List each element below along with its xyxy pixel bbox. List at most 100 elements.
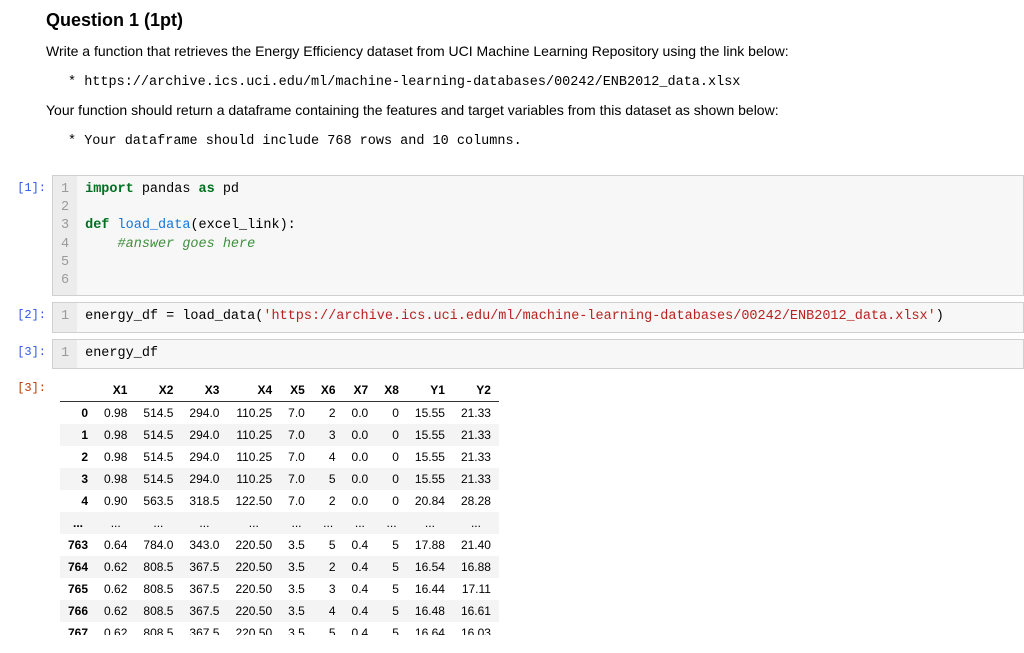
table-cell: ...	[280, 512, 313, 534]
table-cell: 220.50	[227, 556, 280, 578]
table-cell: 5	[376, 600, 407, 622]
table-cell: 808.5	[135, 622, 181, 635]
bullet-list-2: Your dataframe should include 768 rows a…	[46, 131, 978, 149]
code-cell-3: [3]: 1 energy_df	[0, 339, 1024, 369]
table-row: 20.98514.5294.0110.257.040.0015.5521.33	[60, 446, 499, 468]
table-cell: 7.0	[280, 401, 313, 424]
table-cell: 15.55	[407, 424, 453, 446]
table-cell: 5	[313, 468, 344, 490]
table-cell: 0.98	[96, 401, 135, 424]
table-cell: 0.4	[344, 622, 377, 635]
table-cell: 7.0	[280, 424, 313, 446]
table-cell: 367.5	[181, 556, 227, 578]
table-cell: 220.50	[227, 578, 280, 600]
table-column-header: X8	[376, 379, 407, 402]
table-row: 00.98514.5294.0110.257.020.0015.5521.33	[60, 401, 499, 424]
table-cell: 0	[376, 446, 407, 468]
table-row-index: 763	[60, 534, 96, 556]
line-gutter: 1 2 3 4 5 6	[53, 176, 77, 295]
table-cell: 110.25	[227, 401, 280, 424]
table-cell: 220.50	[227, 534, 280, 556]
table-cell: 318.5	[181, 490, 227, 512]
code-content[interactable]: energy_df	[85, 345, 1023, 363]
table-cell: 16.03	[453, 622, 499, 635]
table-cell: 0	[376, 424, 407, 446]
table-row-index: ...	[60, 512, 96, 534]
code-cell-1: [1]: 1 2 3 4 5 6 import pandas as pd def…	[0, 175, 1024, 296]
table-cell: 21.33	[453, 401, 499, 424]
line-gutter: 1	[53, 340, 77, 368]
bullet-list-1: https://archive.ics.uci.edu/ml/machine-l…	[46, 72, 978, 90]
table-cell: 0.64	[96, 534, 135, 556]
table-row-index: 4	[60, 490, 96, 512]
table-cell: 0.0	[344, 446, 377, 468]
question-heading: Question 1 (1pt)	[46, 10, 978, 31]
table-column-header: Y1	[407, 379, 453, 402]
table-cell: 0	[376, 468, 407, 490]
table-cell: 0	[376, 401, 407, 424]
table-cell: 514.5	[135, 446, 181, 468]
table-cell: 514.5	[135, 424, 181, 446]
table-cell: 16.44	[407, 578, 453, 600]
table-cell: 0.98	[96, 468, 135, 490]
table-row: 7650.62808.5367.5220.503.530.4516.4417.1…	[60, 578, 499, 600]
table-cell: ...	[181, 512, 227, 534]
table-cell: 5	[313, 534, 344, 556]
table-row: .................................	[60, 512, 499, 534]
code-content[interactable]: import pandas as pd def load_data(excel_…	[85, 181, 1023, 290]
code-editor[interactable]: 1 energy_df	[52, 339, 1024, 369]
table-row: 30.98514.5294.0110.257.050.0015.5521.33	[60, 468, 499, 490]
table-cell: ...	[376, 512, 407, 534]
table-cell: 21.33	[453, 468, 499, 490]
table-cell: 3.5	[280, 600, 313, 622]
table-cell: 5	[376, 556, 407, 578]
code-editor[interactable]: 1 2 3 4 5 6 import pandas as pd def load…	[52, 175, 1024, 296]
code-editor[interactable]: 1 energy_df = load_data('https://archive…	[52, 302, 1024, 332]
dataframe-table: X1X2X3X4X5X6X7X8Y1Y2 00.98514.5294.0110.…	[60, 379, 499, 635]
table-cell: 4	[313, 600, 344, 622]
line-gutter: 1	[53, 303, 77, 331]
table-cell: 2	[313, 401, 344, 424]
table-cell: 5	[376, 534, 407, 556]
table-cell: 16.61	[453, 600, 499, 622]
table-cell: ...	[313, 512, 344, 534]
table-cell: 294.0	[181, 446, 227, 468]
table-cell: 2	[313, 490, 344, 512]
question-paragraph-1: Write a function that retrieves the Ener…	[46, 41, 978, 62]
table-cell: 367.5	[181, 578, 227, 600]
table-column-header: X3	[181, 379, 227, 402]
code-content[interactable]: energy_df = load_data('https://archive.i…	[85, 308, 1023, 326]
table-cell: ...	[344, 512, 377, 534]
table-cell: 343.0	[181, 534, 227, 556]
table-cell: 0.4	[344, 556, 377, 578]
table-cell: ...	[453, 512, 499, 534]
table-column-header: X5	[280, 379, 313, 402]
table-cell: 3	[313, 424, 344, 446]
dataframe-requirement: Your dataframe should include 768 rows a…	[84, 134, 521, 149]
table-cell: 3.5	[280, 534, 313, 556]
table-row-index: 3	[60, 468, 96, 490]
table-cell: 7.0	[280, 468, 313, 490]
table-cell: 0.62	[96, 556, 135, 578]
output-prompt: [3]:	[0, 375, 52, 395]
table-row-index: 766	[60, 600, 96, 622]
question-paragraph-2: Your function should return a dataframe …	[46, 100, 978, 121]
table-cell: 294.0	[181, 468, 227, 490]
code-cell-2: [2]: 1 energy_df = load_data('https://ar…	[0, 302, 1024, 332]
table-cell: ...	[407, 512, 453, 534]
table-cell: 122.50	[227, 490, 280, 512]
table-cell: 808.5	[135, 578, 181, 600]
table-cell: 17.88	[407, 534, 453, 556]
table-cell: 0	[376, 490, 407, 512]
table-cell: 0.90	[96, 490, 135, 512]
table-row: 7640.62808.5367.5220.503.520.4516.5416.8…	[60, 556, 499, 578]
table-cell: 21.40	[453, 534, 499, 556]
table-row: 40.90563.5318.5122.507.020.0020.8428.28	[60, 490, 499, 512]
table-column-header: X4	[227, 379, 280, 402]
table-column-header: X2	[135, 379, 181, 402]
table-cell: 16.48	[407, 600, 453, 622]
table-cell: 0.0	[344, 424, 377, 446]
table-cell: 367.5	[181, 600, 227, 622]
table-row-index: 764	[60, 556, 96, 578]
table-row: 7660.62808.5367.5220.503.540.4516.4816.6…	[60, 600, 499, 622]
